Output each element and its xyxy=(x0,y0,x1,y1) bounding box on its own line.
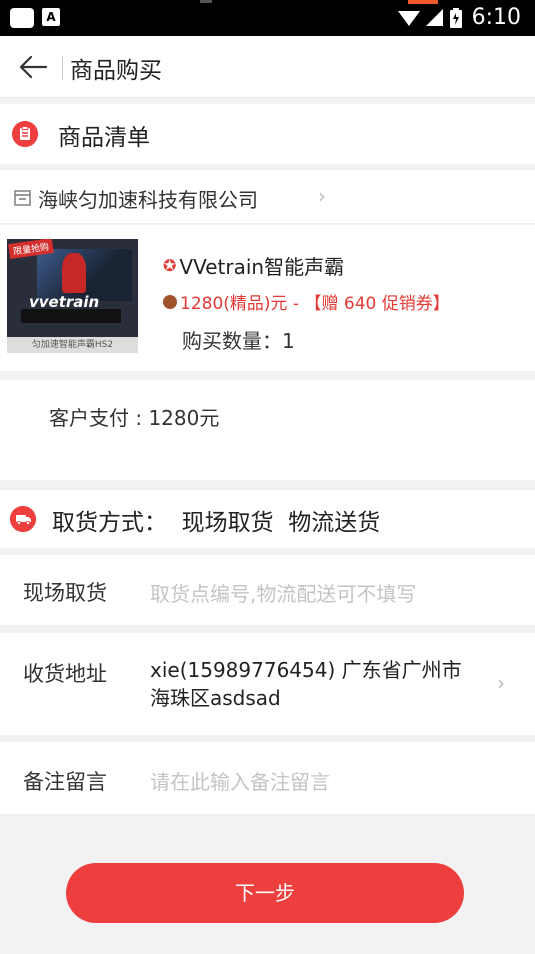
payment-summary: 客户支付 : 1280元 xyxy=(0,380,535,480)
status-bar: A 6:10 xyxy=(0,0,535,36)
store-name: 海峡匀加速科技有限公司 xyxy=(38,188,258,212)
status-bar-indicator xyxy=(200,0,212,3)
product-quantity: 购买数量：1 xyxy=(182,329,295,353)
product-image-soundbar xyxy=(21,309,121,323)
payment-total: 客户支付 : 1280元 xyxy=(49,406,220,430)
notification-icon xyxy=(10,8,34,28)
signal-icon xyxy=(425,8,443,26)
clipboard-icon xyxy=(12,121,38,147)
pickup-code-label: 现场取货 xyxy=(23,581,107,605)
pickup-code-input[interactable]: 取货点编号,物流配送可不填写 xyxy=(150,578,416,607)
coin-icon xyxy=(163,294,177,309)
store-row[interactable]: 海峡匀加速科技有限公司 › xyxy=(0,170,535,224)
product-image-caption: 匀加速智能声霸HS2 xyxy=(7,337,138,353)
product-price: 1280(精品)元 - 【赠 640 促销券】 xyxy=(180,294,450,314)
notification-letter: A xyxy=(46,10,56,24)
pickup-method-header: 取货方式： 现场取货 物流送货 xyxy=(0,490,535,548)
product-item[interactable]: vvetrain 限量抢购 匀加速智能声霸HS2 ✪ VVetrain智能声霸 … xyxy=(0,225,535,371)
app-header: 商品购买 xyxy=(0,36,535,98)
goods-list-header: 商品清单 xyxy=(0,104,535,164)
note-input[interactable]: 请在此输入备注留言 xyxy=(150,766,330,795)
product-name: VVetrain智能声霸 xyxy=(179,255,345,279)
status-bar-system: 6:10 xyxy=(397,5,521,30)
product-name-line: ✪ VVetrain智能声霸 xyxy=(163,251,344,280)
next-step-button[interactable]: 下一步 xyxy=(66,863,464,923)
clock: 6:10 xyxy=(471,5,521,30)
shipping-address-row[interactable]: 收货地址 xie(15989776454) 广东省广州市海珠区asdsad › xyxy=(0,633,535,735)
page-title: 商品购买 xyxy=(70,58,162,84)
shipping-address-label: 收货地址 xyxy=(23,662,107,686)
product-image: vvetrain 限量抢购 匀加速智能声霸HS2 xyxy=(7,239,138,353)
status-bar-accent xyxy=(408,0,438,4)
note-label: 备注留言 xyxy=(23,770,107,794)
chevron-right-icon: › xyxy=(497,671,505,695)
shipping-address-value: xie(15989776454) 广东省广州市海珠区asdsad xyxy=(150,658,462,710)
back-arrow-icon[interactable] xyxy=(18,52,50,82)
pickup-method-title[interactable]: 取货方式： 现场取货 物流送货 xyxy=(52,503,380,537)
status-bar-notifications: A xyxy=(10,8,60,28)
pickup-code-row: 现场取货 取货点编号,物流配送可不填写 xyxy=(0,555,535,625)
goods-list-title: 商品清单 xyxy=(58,125,150,151)
header-divider xyxy=(62,56,63,80)
product-price-line: 1280(精品)元 - 【赠 640 促销券】 xyxy=(163,289,450,314)
note-row: 备注留言 请在此输入备注留言 xyxy=(0,742,535,814)
wifi-icon xyxy=(397,10,420,26)
delivery-truck-icon xyxy=(10,506,36,532)
battery-icon xyxy=(449,7,462,28)
star-icon: ✪ xyxy=(163,256,177,275)
chevron-right-icon: › xyxy=(318,184,326,208)
product-image-figure xyxy=(62,253,86,293)
product-image-brand: vvetrain xyxy=(29,293,100,311)
store-icon xyxy=(14,190,31,206)
app-notification-icon: A xyxy=(42,8,60,26)
